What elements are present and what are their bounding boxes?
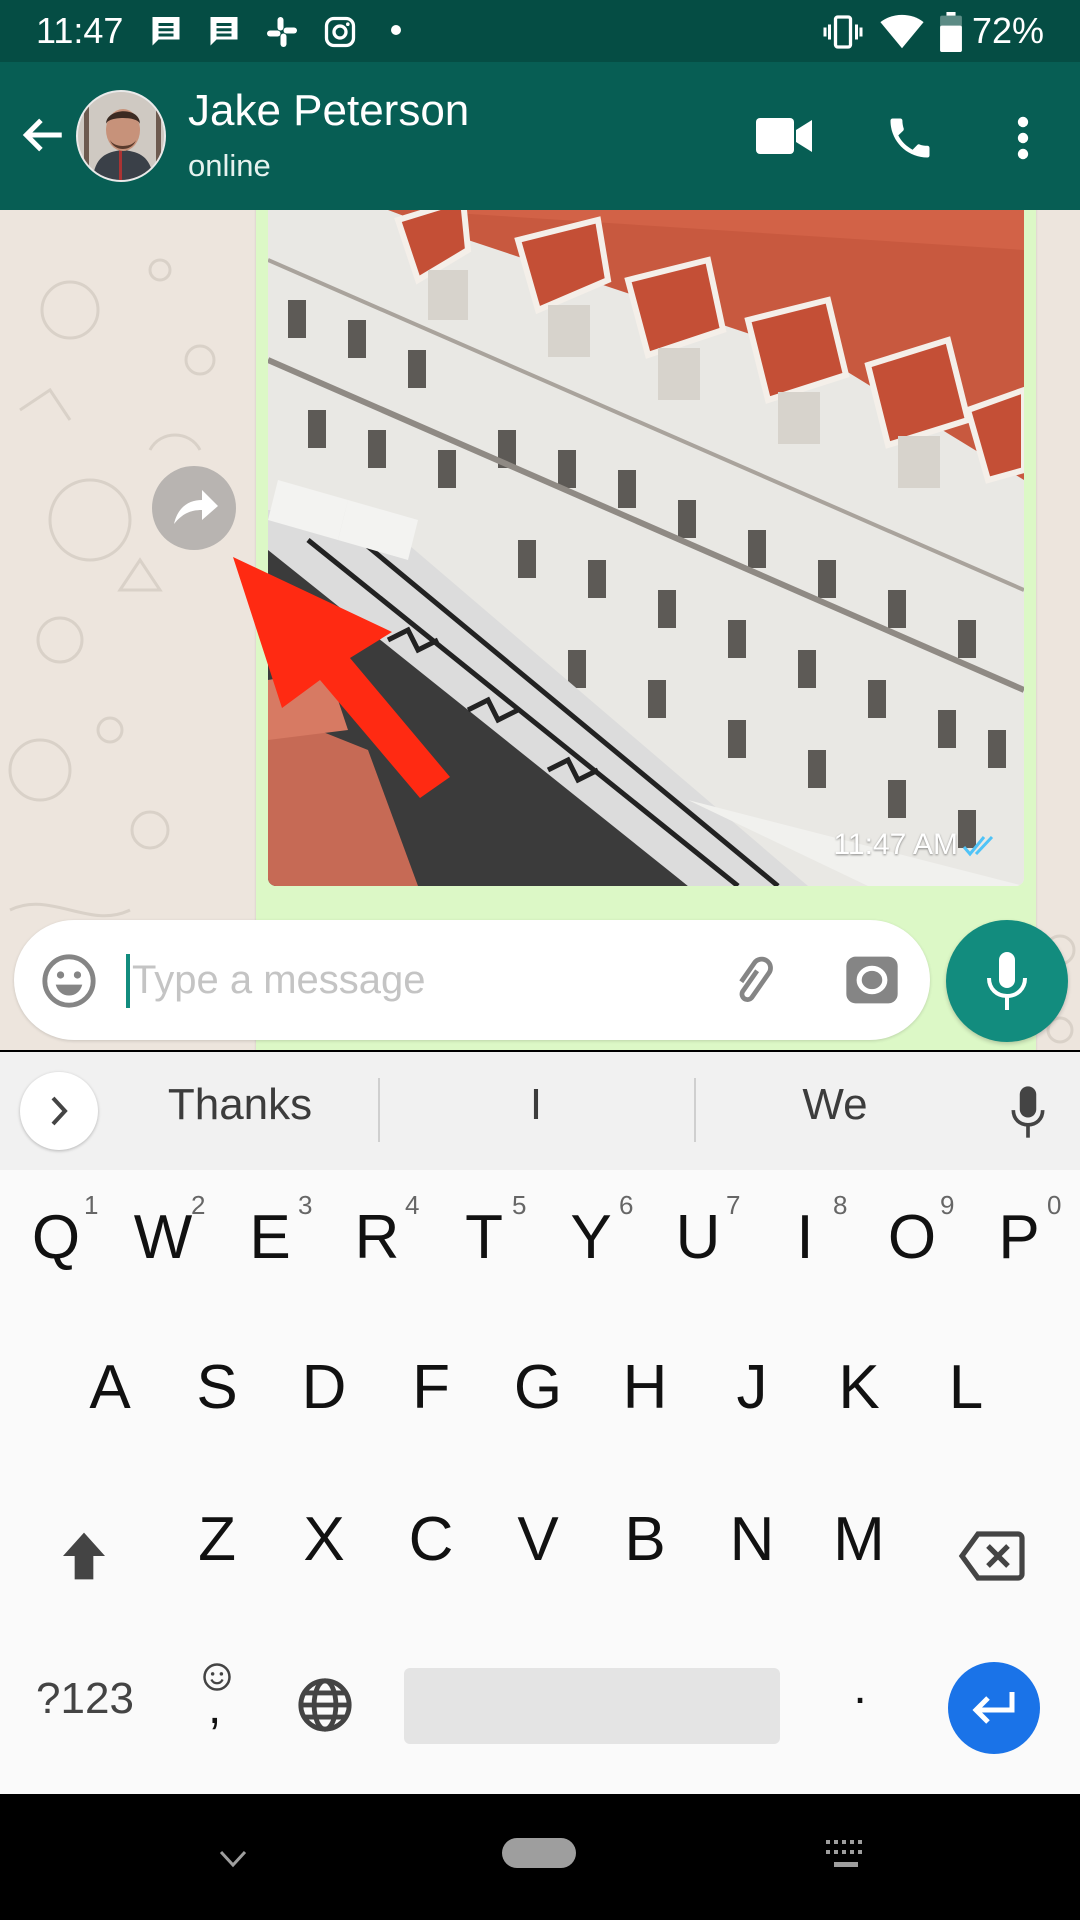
- symbols-key[interactable]: ?123: [20, 1674, 150, 1724]
- suggestion-divider: [378, 1078, 380, 1142]
- language-globe-key[interactable]: [296, 1676, 354, 1734]
- on-screen-keyboard: Thanks I We ?123 , . Q1W2E3R4T5Y6U7I8O9P…: [0, 1052, 1080, 1794]
- forward-button[interactable]: [152, 466, 236, 550]
- suggestion-strip: Thanks I We: [0, 1052, 1080, 1170]
- shift-key[interactable]: [56, 1528, 112, 1584]
- key-m[interactable]: M: [819, 1504, 899, 1575]
- key-hint-number: 7: [726, 1190, 741, 1220]
- message-timestamp: 11:47 AM: [833, 828, 958, 861]
- suggestion-divider: [694, 1078, 696, 1142]
- message-icon: [210, 17, 238, 46]
- suggestion-expand-button[interactable]: [20, 1072, 98, 1150]
- status-bar: 11:47 72%: [0, 0, 1080, 62]
- space-bar[interactable]: [404, 1668, 780, 1744]
- voice-call-icon[interactable]: [884, 112, 936, 164]
- key-hint-number: 1: [84, 1190, 99, 1220]
- suggestion-item[interactable]: Thanks: [140, 1080, 340, 1130]
- more-options-icon[interactable]: [1008, 114, 1038, 162]
- key-hint-number: 3: [298, 1190, 313, 1220]
- key-hint-number: 6: [619, 1190, 634, 1220]
- message-icon: [152, 17, 180, 46]
- key-n[interactable]: N: [712, 1504, 792, 1575]
- period-key[interactable]: .: [840, 1660, 880, 1715]
- system-navigation-bar: [0, 1794, 1080, 1920]
- key-hint-number: 0: [1047, 1190, 1062, 1220]
- video-call-icon[interactable]: [756, 118, 812, 154]
- camera-icon[interactable]: [844, 952, 900, 1008]
- wifi-icon: [880, 14, 924, 49]
- battery-icon: [940, 12, 962, 52]
- contact-avatar[interactable]: [76, 90, 166, 182]
- comma-emoji-key[interactable]: ,: [186, 1662, 246, 1752]
- contact-status: online: [188, 148, 271, 183]
- building-photo: [268, 210, 1024, 886]
- chevron-right-icon: [51, 1096, 68, 1126]
- chat-header: Jake Peterson online: [0, 62, 1080, 210]
- enter-key[interactable]: [948, 1662, 1040, 1754]
- suggestion-item[interactable]: I: [436, 1080, 636, 1130]
- instagram-icon: [324, 16, 356, 48]
- key-z[interactable]: Z: [177, 1504, 257, 1575]
- status-time: 11:47: [36, 10, 124, 51]
- enter-icon: [972, 1692, 1015, 1724]
- attachment-icon[interactable]: [724, 952, 784, 1012]
- message-composer: [14, 920, 930, 1040]
- key-hint-number: 4: [405, 1190, 420, 1220]
- key-hint-number: 2: [191, 1190, 206, 1220]
- key-g[interactable]: G: [498, 1352, 578, 1423]
- keyboard-switch-icon[interactable]: [824, 1838, 868, 1872]
- key-c[interactable]: C: [391, 1504, 471, 1575]
- back-arrow-icon[interactable]: [18, 110, 68, 160]
- suggestion-item[interactable]: We: [735, 1080, 935, 1130]
- forward-icon: [174, 490, 218, 524]
- key-hint-number: 5: [512, 1190, 527, 1220]
- message-input[interactable]: [132, 942, 692, 1018]
- key-v[interactable]: V: [498, 1504, 578, 1575]
- key-l[interactable]: L: [926, 1352, 1006, 1423]
- key-hint-number: 9: [940, 1190, 955, 1220]
- dot-icon: [391, 25, 401, 35]
- key-b[interactable]: B: [605, 1504, 685, 1575]
- key-a[interactable]: A: [70, 1352, 150, 1423]
- key-h[interactable]: H: [605, 1352, 685, 1423]
- key-d[interactable]: D: [284, 1352, 364, 1423]
- text-caret: [126, 954, 130, 1008]
- message-photo[interactable]: 11:47 AM: [268, 210, 1024, 886]
- key-s[interactable]: S: [177, 1352, 257, 1423]
- key-hint-number: 8: [833, 1190, 848, 1220]
- hide-keyboard-icon[interactable]: [218, 1848, 248, 1870]
- slack-icon: [267, 17, 297, 47]
- read-receipt-icon: [962, 835, 994, 857]
- comma-label: ,: [208, 1681, 222, 1734]
- emoji-icon[interactable]: [40, 952, 98, 1010]
- home-pill[interactable]: [502, 1838, 576, 1868]
- key-k[interactable]: K: [819, 1352, 899, 1423]
- key-j[interactable]: J: [712, 1352, 792, 1423]
- key-x[interactable]: X: [284, 1504, 364, 1575]
- contact-name[interactable]: Jake Peterson: [188, 86, 469, 136]
- voice-message-button[interactable]: [946, 920, 1068, 1042]
- backspace-key[interactable]: [958, 1530, 1026, 1582]
- key-f[interactable]: F: [391, 1352, 471, 1423]
- voice-input-icon[interactable]: [1006, 1084, 1050, 1140]
- battery-percent: 72%: [971, 10, 1044, 51]
- microphone-icon: [987, 952, 1027, 1010]
- vibrate-icon: [823, 15, 863, 49]
